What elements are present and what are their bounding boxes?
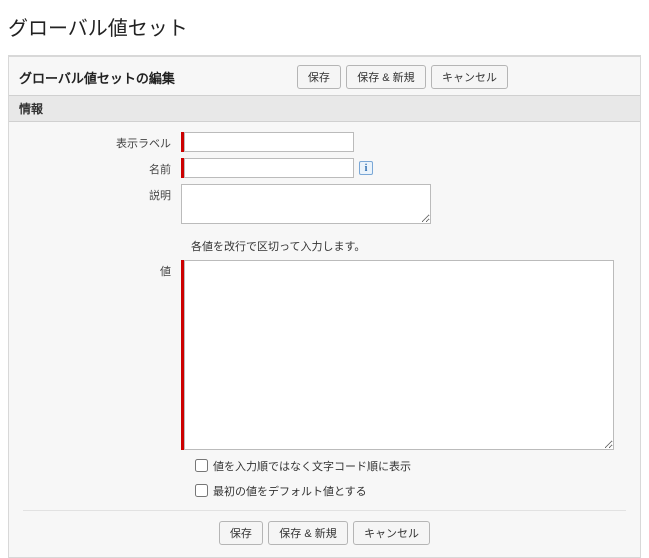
save-and-new-button[interactable]: 保存 & 新規 [346, 65, 425, 89]
values-hint: 各値を改行で区切って入力します。 [191, 238, 626, 254]
row-display-label: 表示ラベル [23, 132, 626, 152]
label-description: 説明 [23, 184, 181, 203]
label-display-label: 表示ラベル [23, 132, 181, 151]
sort-alpha-checkbox[interactable] [195, 459, 208, 472]
save-and-new-button[interactable]: 保存 & 新規 [268, 521, 347, 545]
cancel-button[interactable]: キャンセル [353, 521, 430, 545]
label-name: 名前 [23, 158, 181, 177]
first-default-label: 最初の値をデフォルト値とする [213, 483, 367, 499]
cancel-button[interactable]: キャンセル [431, 65, 508, 89]
bottom-button-bar: 保存 保存 & 新規 キャンセル [23, 510, 626, 553]
values-input[interactable] [184, 260, 614, 450]
row-name: 名前 i [23, 158, 626, 178]
row-description: 説明 [23, 184, 626, 224]
sort-alpha-label: 値を入力順ではなく文字コード順に表示 [213, 458, 411, 474]
form-body: 表示ラベル 名前 i 説明 各値を改行で区切って入力します。 値 [9, 122, 640, 557]
display-label-input[interactable] [184, 132, 354, 152]
first-default-checkbox[interactable] [195, 484, 208, 497]
info-icon[interactable]: i [359, 161, 373, 175]
name-input[interactable] [184, 158, 354, 178]
save-button[interactable]: 保存 [219, 521, 263, 545]
description-input[interactable] [181, 184, 431, 224]
panel-title: グローバル値セットの編集 [19, 68, 175, 87]
page-title: グローバル値セット [0, 0, 649, 55]
label-values: 値 [23, 260, 181, 279]
save-button[interactable]: 保存 [297, 65, 341, 89]
section-info-header: 情報 [9, 95, 640, 122]
edit-panel: グローバル値セットの編集 保存 保存 & 新規 キャンセル 情報 表示ラベル 名… [8, 55, 641, 558]
top-button-bar: 保存 保存 & 新規 キャンセル [175, 65, 630, 89]
row-sort-alpha: 値を入力順ではなく文字コード順に表示 [191, 456, 626, 475]
panel-header: グローバル値セットの編集 保存 保存 & 新規 キャンセル [9, 57, 640, 95]
row-values: 値 [23, 260, 626, 450]
row-first-default: 最初の値をデフォルト値とする [191, 481, 626, 500]
